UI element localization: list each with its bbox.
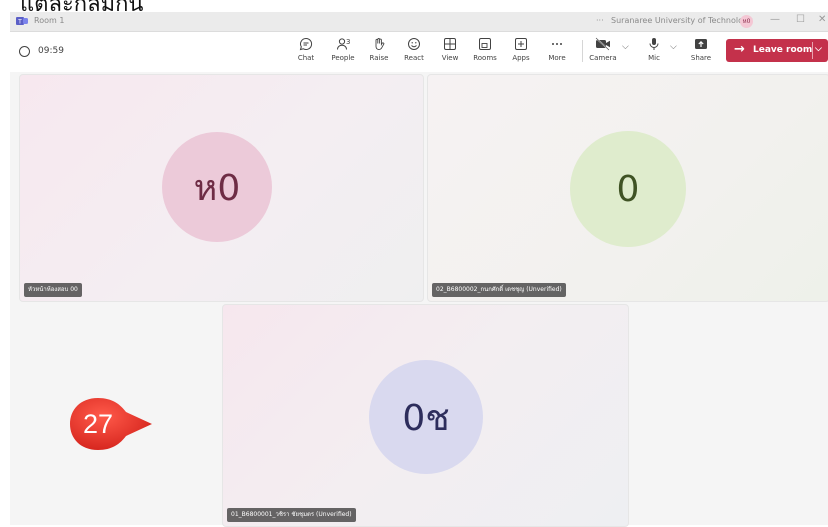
view-button[interactable]: View [435, 37, 465, 62]
share-label: Share [690, 54, 712, 62]
raise-hand-icon [375, 38, 385, 51]
timer-icon [19, 46, 30, 57]
more-button[interactable]: More [542, 37, 572, 62]
organization-name: Suranaree University of Technology [611, 16, 753, 25]
step-number: 27 [82, 408, 114, 439]
mic-label: Mic [648, 54, 660, 62]
titlebar-more-icon[interactable]: ··· [596, 16, 604, 25]
apps-button[interactable]: Apps [506, 37, 536, 62]
react-button[interactable]: React [399, 37, 429, 62]
chat-label: Chat [297, 54, 315, 62]
participant-tile[interactable]: ห0 หัวหน้าห้องสอบ 00 [19, 74, 424, 302]
window-titlebar: T Room 1 ··· Suranaree University of Tec… [10, 12, 828, 32]
teams-app-icon: T [16, 16, 28, 26]
user-avatar[interactable]: ห0 [740, 15, 753, 28]
camera-button[interactable]: Camera [588, 37, 618, 62]
participant-tile[interactable]: 0ช 01_B6800001_วชิรา ชัยชุมตร (Unverifie… [222, 304, 629, 527]
leave-options-chevron-icon[interactable]: ⌵ [815, 44, 822, 54]
leave-room-button[interactable]: → Leave room ⌵ [726, 39, 828, 62]
more-label: More [548, 54, 566, 62]
mic-icon [649, 38, 659, 50]
chat-icon [299, 37, 313, 51]
camera-label: Camera [589, 54, 617, 62]
share-button[interactable]: Share [686, 37, 716, 62]
more-icon [552, 43, 562, 45]
share-icon [695, 39, 707, 49]
close-button[interactable]: ✕ [818, 14, 826, 25]
apps-icon [515, 38, 527, 50]
people-count: 3 [346, 38, 351, 46]
participant-name: หัวหน้าห้องสอบ 00 [24, 283, 82, 297]
window-title: Room 1 [34, 16, 65, 25]
participant-name: 01_B6800001_วชิรา ชัยชุมตร (Unverified) [227, 508, 356, 522]
leave-divider [812, 42, 813, 59]
raise-hand-button[interactable]: Raise [364, 37, 394, 62]
camera-options-chevron-icon[interactable]: ⌵ [622, 42, 629, 52]
maximize-button[interactable]: ☐ [796, 14, 805, 25]
mic-button[interactable]: Mic [639, 37, 669, 62]
participant-tile[interactable]: 0 02_B6800002_กนกศักดิ์ เดชชุญ (Unverifi… [427, 74, 828, 302]
react-label: React [404, 54, 424, 62]
view-label: View [441, 54, 459, 62]
apps-label: Apps [512, 54, 530, 62]
camera-off-icon [595, 37, 610, 51]
room-timer: 09:59 [38, 46, 64, 56]
rooms-icon [479, 38, 491, 50]
chat-button[interactable]: Chat [291, 37, 321, 62]
minimize-button[interactable]: — [770, 14, 780, 25]
people-button[interactable]: 3 People [328, 37, 358, 62]
participant-avatar: 0 [570, 131, 686, 247]
rooms-button[interactable]: Rooms [470, 37, 500, 62]
mic-options-chevron-icon[interactable]: ⌵ [670, 42, 677, 52]
rooms-label: Rooms [473, 54, 497, 62]
react-icon [408, 38, 420, 50]
participant-avatar: 0ช [369, 360, 483, 474]
meeting-stage: ห0 หัวหน้าห้องสอบ 00 0 02_B6800002_กนกศั… [10, 72, 828, 527]
meeting-toolbar: 09:59 Chat 3 People Raise React View Roo… [10, 32, 828, 72]
step-number-badge: 27 [68, 396, 154, 452]
svg-text:T: T [17, 19, 22, 26]
toolbar-separator [582, 40, 583, 62]
participant-avatar: ห0 [162, 132, 272, 242]
people-label: People [331, 54, 355, 62]
participant-name: 02_B6800002_กนกศักดิ์ เดชชุญ (Unverified… [432, 283, 566, 297]
leave-room-label: Leave room [753, 45, 813, 55]
leave-arrow-icon: → [734, 42, 745, 57]
raise-label: Raise [369, 54, 389, 62]
view-icon [444, 38, 456, 50]
